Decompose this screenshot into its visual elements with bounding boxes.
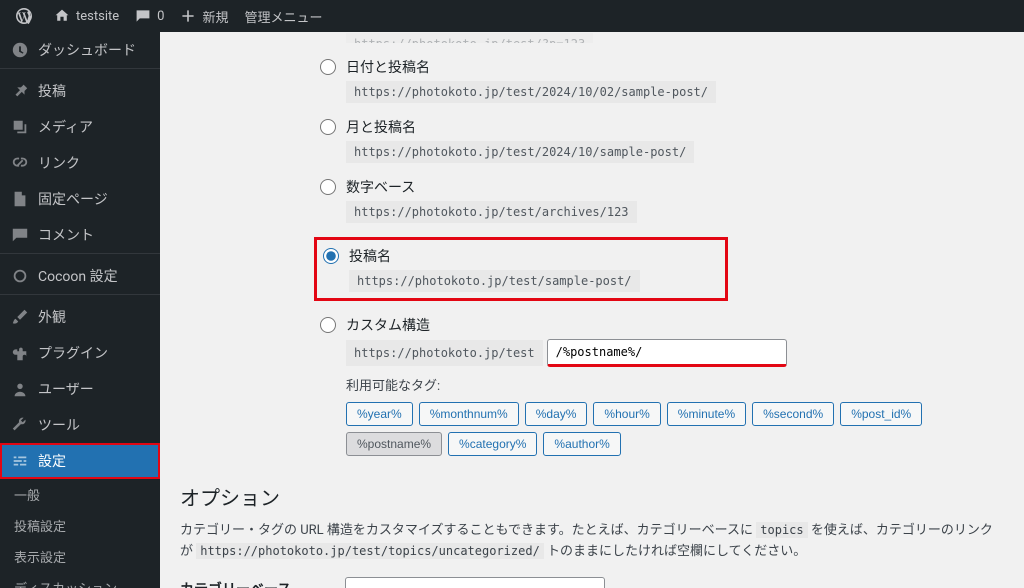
new-content[interactable]: 新規: [172, 0, 236, 32]
comments-count: 0: [157, 9, 164, 24]
available-tags: %year% %monthnum% %day% %hour% %minute% …: [346, 402, 1004, 456]
permalink-month-name-row: 月と投稿名 https://photokoto.jp/test/2024/10/…: [180, 117, 1004, 163]
tag-monthnum[interactable]: %monthnum%: [419, 402, 519, 426]
media-icon: [10, 117, 30, 137]
permalink-post-name-label: 投稿名: [349, 246, 391, 266]
admin-menu-label: 管理メニュー: [244, 7, 322, 26]
menu-cocoon[interactable]: Cocoon 設定: [0, 258, 160, 294]
optional-heading: オプション: [180, 482, 1004, 511]
submenu-writing[interactable]: 投稿設定: [0, 510, 160, 541]
page-icon: [10, 189, 30, 209]
available-tags-label: 利用可能なタグ:: [346, 375, 1004, 394]
admin-toolbar: testsite 0 新規 管理メニュー: [0, 0, 1024, 32]
category-base-input[interactable]: [345, 577, 605, 588]
menu-settings[interactable]: 設定: [0, 443, 160, 479]
admin-sidebar: ダッシュボード 投稿 メディア リンク 固定ページ コメント Cocoon 設定…: [0, 32, 160, 588]
menu-users[interactable]: ユーザー: [0, 371, 160, 407]
comments-link[interactable]: 0: [127, 0, 172, 32]
permalink-numeric-radio[interactable]: [320, 179, 336, 195]
menu-links[interactable]: リンク: [0, 145, 160, 181]
tag-year[interactable]: %year%: [346, 402, 413, 426]
link-icon: [10, 153, 30, 173]
permalink-numeric-example: https://photokoto.jp/test/archives/123: [346, 201, 637, 223]
site-link[interactable]: testsite: [46, 0, 127, 32]
tag-author[interactable]: %author%: [543, 432, 620, 456]
wordpress-icon: [16, 8, 32, 24]
admin-menu-link[interactable]: 管理メニュー: [236, 0, 330, 32]
tag-post-id[interactable]: %post_id%: [840, 402, 922, 426]
submenu-general[interactable]: 一般: [0, 479, 160, 510]
tag-postname[interactable]: %postname%: [346, 432, 442, 456]
permalink-numeric-label: 数字ベース: [346, 177, 415, 197]
tag-hour[interactable]: %hour%: [593, 402, 660, 426]
category-base-label: カテゴリーベース: [180, 579, 345, 588]
site-name: testsite: [76, 9, 119, 24]
permalink-custom-radio[interactable]: [320, 317, 336, 333]
menu-appearance[interactable]: 外観: [0, 299, 160, 335]
tag-category[interactable]: %category%: [448, 432, 537, 456]
permalink-date-name-label: 日付と投稿名: [346, 57, 430, 77]
optional-description: カテゴリー・タグの URL 構造をカスタマイズすることもできます。たとえば、カテ…: [180, 521, 1004, 563]
comment-icon: [10, 225, 30, 245]
permalink-month-name-example: https://photokoto.jp/test/2024/10/sample…: [346, 141, 694, 163]
permalink-date-name-example: https://photokoto.jp/test/2024/10/02/sam…: [346, 81, 716, 103]
submenu-discussion[interactable]: ディスカッション: [0, 572, 160, 588]
permalink-plain-example: https://photokoto.jp/test/?p=123: [346, 33, 593, 43]
brush-icon: [10, 307, 30, 327]
permalink-post-name-radio[interactable]: [323, 248, 339, 264]
cocoon-icon: [10, 266, 30, 286]
menu-tools[interactable]: ツール: [0, 407, 160, 443]
permalink-post-name-example: https://photokoto.jp/test/sample-post/: [349, 270, 640, 292]
permalink-month-name-radio[interactable]: [320, 119, 336, 135]
menu-plugins[interactable]: プラグイン: [0, 335, 160, 371]
permalink-post-name-highlight: 投稿名 https://photokoto.jp/test/sample-pos…: [314, 237, 728, 301]
menu-posts[interactable]: 投稿: [0, 73, 160, 109]
permalink-month-name-label: 月と投稿名: [346, 117, 416, 137]
permalink-date-name-row: 日付と投稿名 https://photokoto.jp/test/2024/10…: [180, 57, 1004, 103]
settings-content: https://photokoto.jp/test/?p=123 日付と投稿名 …: [160, 32, 1024, 588]
permalink-custom-row: カスタム構造 https://photokoto.jp/test 利用可能なタグ…: [180, 315, 1004, 456]
menu-comments[interactable]: コメント: [0, 217, 160, 253]
tag-minute[interactable]: %minute%: [667, 402, 746, 426]
wrench-icon: [10, 415, 30, 435]
plugin-icon: [10, 343, 30, 363]
sliders-icon: [10, 451, 30, 471]
permalink-date-name-radio[interactable]: [320, 59, 336, 75]
wp-logo[interactable]: [8, 0, 46, 32]
plus-icon: [180, 8, 196, 24]
home-icon: [54, 8, 70, 24]
menu-pages[interactable]: 固定ページ: [0, 181, 160, 217]
dashboard-icon: [10, 40, 30, 60]
new-label: 新規: [202, 7, 228, 26]
permalink-custom-input[interactable]: [547, 339, 787, 367]
comment-icon: [135, 8, 151, 24]
permalink-custom-label: カスタム構造: [346, 315, 430, 335]
permalink-custom-prefix: https://photokoto.jp/test: [346, 340, 543, 366]
submenu-reading[interactable]: 表示設定: [0, 541, 160, 572]
menu-dashboard[interactable]: ダッシュボード: [0, 32, 160, 68]
user-icon: [10, 379, 30, 399]
permalink-numeric-row: 数字ベース https://photokoto.jp/test/archives…: [180, 177, 1004, 223]
menu-media[interactable]: メディア: [0, 109, 160, 145]
tag-day[interactable]: %day%: [525, 402, 588, 426]
tag-second[interactable]: %second%: [752, 402, 834, 426]
pin-icon: [10, 81, 30, 101]
category-base-row: カテゴリーベース: [180, 577, 1004, 588]
